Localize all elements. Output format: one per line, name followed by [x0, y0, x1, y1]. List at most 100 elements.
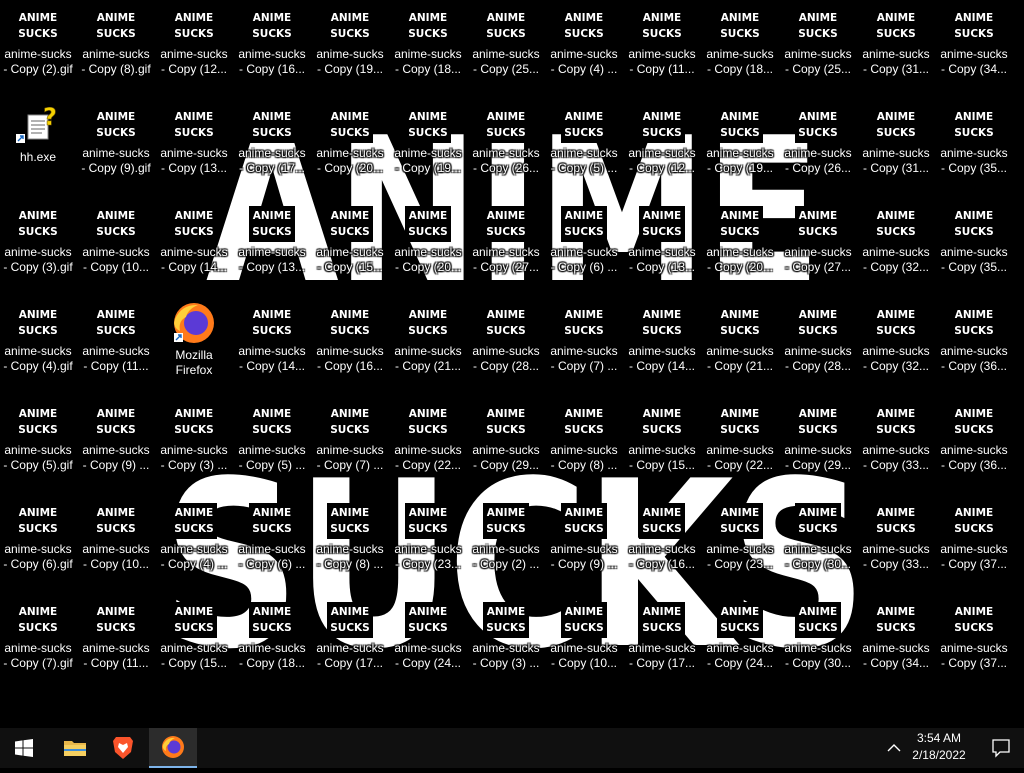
desktop-icon-gif[interactable]: ANIME SUCKS anime-sucks - Copy (21...: [390, 297, 466, 394]
desktop-icon-gif[interactable]: ANIME SUCKS anime-sucks - Copy (20...: [312, 99, 388, 196]
desktop-icon-gif[interactable]: ANIME SUCKS anime-sucks - Copy (32...: [858, 198, 934, 295]
desktop-icon-gif[interactable]: ANIME SUCKS anime-sucks - Copy (3) ...: [468, 594, 544, 691]
desktop-icon-gif[interactable]: ANIME SUCKS anime-sucks - Copy (29...: [468, 396, 544, 493]
show-hidden-icons-button[interactable]: [884, 736, 904, 760]
desktop-icon-gif[interactable]: ANIME SUCKS anime-sucks - Copy (8) ...: [312, 495, 388, 592]
desktop-icon-gif[interactable]: ANIME SUCKS anime-sucks - Copy (34...: [858, 594, 934, 691]
desktop-icon-hh-exe[interactable]: ? hh.exe: [0, 99, 76, 196]
desktop-icon-gif[interactable]: ANIME SUCKS anime-sucks - Copy (36...: [936, 396, 1012, 493]
desktop-icon-gif[interactable]: ANIME SUCKS anime-sucks - Copy (4) ...: [546, 0, 622, 97]
desktop-icon-gif[interactable]: ANIME SUCKS anime-sucks - Copy (28...: [468, 297, 544, 394]
desktop-icon-gif[interactable]: ANIME SUCKS anime-sucks - Copy (5) ...: [546, 99, 622, 196]
desktop-icon-gif[interactable]: ANIME SUCKS anime-sucks - Copy (10...: [78, 495, 154, 592]
start-button[interactable]: [0, 728, 48, 768]
desktop-icon-gif[interactable]: ANIME SUCKS anime-sucks - Copy (11...: [78, 594, 154, 691]
desktop-icon-gif[interactable]: ANIME SUCKS anime-sucks - Copy (19...: [702, 99, 778, 196]
desktop-icon-gif[interactable]: ANIME SUCKS anime-sucks - Copy (25...: [468, 0, 544, 97]
desktop-icon-gif[interactable]: ANIME SUCKS anime-sucks - Copy (22...: [702, 396, 778, 493]
desktop-icon-gif[interactable]: ANIME SUCKS anime-sucks - Copy (2) ...: [468, 495, 544, 592]
desktop-icon-gif[interactable]: ANIME SUCKS anime-sucks - Copy (19...: [312, 0, 388, 97]
desktop-icon-gif[interactable]: ANIME SUCKS anime-sucks - Copy (29...: [780, 396, 856, 493]
taskbar-brave[interactable]: [99, 728, 147, 768]
desktop-icon-gif[interactable]: ANIME SUCKS anime-sucks - Copy (16...: [312, 297, 388, 394]
desktop-icon-gif[interactable]: ANIME SUCKS anime-sucks - Copy (32...: [858, 297, 934, 394]
desktop-icon-gif[interactable]: ANIME SUCKS anime-sucks - Copy (13...: [234, 198, 310, 295]
desktop-icon-gif[interactable]: ANIME SUCKS anime-sucks - Copy (16...: [234, 0, 310, 97]
desktop-icon-gif[interactable]: ANIME SUCKS anime-sucks - Copy (34...: [936, 0, 1012, 97]
desktop-icon-gif[interactable]: ANIME SUCKS anime-sucks - Copy (15...: [156, 594, 232, 691]
desktop-icon-gif[interactable]: ANIME SUCKS anime-sucks - Copy (20...: [390, 198, 466, 295]
desktop-icon-gif[interactable]: ANIME SUCKS anime-sucks - Copy (16...: [624, 495, 700, 592]
desktop-icon-gif[interactable]: ANIME SUCKS anime-sucks - Copy (36...: [936, 297, 1012, 394]
desktop-icon-gif[interactable]: ANIME SUCKS anime-sucks - Copy (25...: [780, 0, 856, 97]
desktop-icon-gif[interactable]: ANIME SUCKS anime-sucks - Copy (2).gif: [0, 0, 76, 97]
desktop-icon-gif[interactable]: ANIME SUCKS anime-sucks - Copy (27...: [780, 198, 856, 295]
desktop-icon-gif[interactable]: ANIME SUCKS anime-sucks - Copy (3) ...: [156, 396, 232, 493]
desktop-icon-gif[interactable]: ANIME SUCKS anime-sucks - Copy (26...: [468, 99, 544, 196]
desktop-icon-gif[interactable]: ANIME SUCKS anime-sucks - Copy (37...: [936, 594, 1012, 691]
desktop-icon-gif[interactable]: ANIME SUCKS anime-sucks - Copy (35...: [936, 198, 1012, 295]
action-center-button[interactable]: [978, 728, 1024, 768]
desktop-icon-gif[interactable]: ANIME SUCKS anime-sucks - Copy (6) ...: [234, 495, 310, 592]
desktop-icon-gif[interactable]: ANIME SUCKS anime-sucks - Copy (4) ...: [156, 495, 232, 592]
desktop-icon-gif[interactable]: ANIME SUCKS anime-sucks - Copy (4).gif: [0, 297, 76, 394]
desktop-icon-gif[interactable]: ANIME SUCKS anime-sucks - Copy (7) ...: [546, 297, 622, 394]
desktop-icon-gif[interactable]: ANIME SUCKS anime-sucks - Copy (27...: [468, 198, 544, 295]
desktop-icon-gif[interactable]: ANIME SUCKS anime-sucks - Copy (33...: [858, 396, 934, 493]
desktop-icon-gif[interactable]: ANIME SUCKS anime-sucks - Copy (20...: [702, 198, 778, 295]
desktop-icon-gif[interactable]: ANIME SUCKS anime-sucks - Copy (6).gif: [0, 495, 76, 592]
desktop-icon-gif[interactable]: ANIME SUCKS anime-sucks - Copy (11...: [78, 297, 154, 394]
desktop-icon-gif[interactable]: ANIME SUCKS anime-sucks - Copy (7) ...: [312, 396, 388, 493]
desktop-icon-gif[interactable]: ANIME SUCKS anime-sucks - Copy (14...: [234, 297, 310, 394]
desktop-icon-gif[interactable]: ANIME SUCKS anime-sucks - Copy (18...: [390, 0, 466, 97]
desktop-icon-gif[interactable]: ANIME SUCKS anime-sucks - Copy (5).gif: [0, 396, 76, 493]
desktop-icon-gif[interactable]: ANIME SUCKS anime-sucks - Copy (26...: [780, 99, 856, 196]
desktop-icon-gif[interactable]: ANIME SUCKS anime-sucks - Copy (21...: [702, 297, 778, 394]
desktop-icon-gif[interactable]: ANIME SUCKS anime-sucks - Copy (19...: [390, 99, 466, 196]
desktop-icon-gif[interactable]: ANIME SUCKS anime-sucks - Copy (3).gif: [0, 198, 76, 295]
desktop-icon-gif[interactable]: ANIME SUCKS anime-sucks - Copy (6) ...: [546, 198, 622, 295]
desktop[interactable]: ANIME SUCKS anime-sucks - Copy (2).gif? hh.…: [0, 0, 1024, 728]
desktop-icon-gif[interactable]: ANIME SUCKS anime-sucks - Copy (9) ...: [546, 495, 622, 592]
desktop-icon-gif[interactable]: ANIME SUCKS anime-sucks - Copy (31...: [858, 0, 934, 97]
desktop-icon-gif[interactable]: ANIME SUCKS anime-sucks - Copy (17...: [312, 594, 388, 691]
desktop-icon-gif[interactable]: ANIME SUCKS anime-sucks - Copy (9).gif: [78, 99, 154, 196]
desktop-icon-gif[interactable]: ANIME SUCKS anime-sucks - Copy (17...: [624, 594, 700, 691]
desktop-icon-gif[interactable]: ANIME SUCKS anime-sucks - Copy (12...: [156, 0, 232, 97]
desktop-icon-gif[interactable]: ANIME SUCKS anime-sucks - Copy (8).gif: [78, 0, 154, 97]
taskbar-file-explorer[interactable]: [51, 728, 99, 768]
taskbar-firefox[interactable]: [149, 728, 197, 768]
desktop-icon-gif[interactable]: ANIME SUCKS anime-sucks - Copy (13...: [624, 198, 700, 295]
desktop-icon-gif[interactable]: ANIME SUCKS anime-sucks - Copy (7).gif: [0, 594, 76, 691]
desktop-icon-gif[interactable]: ANIME SUCKS anime-sucks - Copy (13...: [156, 99, 232, 196]
desktop-icon-gif[interactable]: ANIME SUCKS anime-sucks - Copy (33...: [858, 495, 934, 592]
desktop-icon-gif[interactable]: ANIME SUCKS anime-sucks - Copy (18...: [234, 594, 310, 691]
gif-thumbnail: ANIME SUCKS: [327, 305, 373, 341]
desktop-icon-gif[interactable]: ANIME SUCKS anime-sucks - Copy (31...: [858, 99, 934, 196]
desktop-icon-gif[interactable]: ANIME SUCKS anime-sucks - Copy (35...: [936, 99, 1012, 196]
desktop-icon-gif[interactable]: ANIME SUCKS anime-sucks - Copy (10...: [78, 198, 154, 295]
desktop-icon-gif[interactable]: ANIME SUCKS anime-sucks - Copy (30...: [780, 495, 856, 592]
desktop-icon-gif[interactable]: ANIME SUCKS anime-sucks - Copy (22...: [390, 396, 466, 493]
desktop-icon-gif[interactable]: ANIME SUCKS anime-sucks - Copy (8) ...: [546, 396, 622, 493]
desktop-icon-gif[interactable]: ANIME SUCKS anime-sucks - Copy (17...: [234, 99, 310, 196]
desktop-icon-gif[interactable]: ANIME SUCKS anime-sucks - Copy (14...: [156, 198, 232, 295]
desktop-icon-gif[interactable]: ANIME SUCKS anime-sucks - Copy (14...: [624, 297, 700, 394]
desktop-icon-gif[interactable]: ANIME SUCKS anime-sucks - Copy (30...: [780, 594, 856, 691]
desktop-icon-gif[interactable]: ANIME SUCKS anime-sucks - Copy (37...: [936, 495, 1012, 592]
desktop-icon-gif[interactable]: ANIME SUCKS anime-sucks - Copy (23...: [702, 495, 778, 592]
desktop-icon-gif[interactable]: ANIME SUCKS anime-sucks - Copy (10...: [546, 594, 622, 691]
desktop-icon-gif[interactable]: ANIME SUCKS anime-sucks - Copy (11...: [624, 0, 700, 97]
desktop-icon-gif[interactable]: ANIME SUCKS anime-sucks - Copy (24...: [702, 594, 778, 691]
desktop-icon-gif[interactable]: ANIME SUCKS anime-sucks - Copy (28...: [780, 297, 856, 394]
desktop-icon-gif[interactable]: ANIME SUCKS anime-sucks - Copy (9) ...: [78, 396, 154, 493]
desktop-icon-gif[interactable]: ANIME SUCKS anime-sucks - Copy (24...: [390, 594, 466, 691]
desktop-icon-gif[interactable]: ANIME SUCKS anime-sucks - Copy (23...: [390, 495, 466, 592]
desktop-icon-gif[interactable]: ANIME SUCKS anime-sucks - Copy (15...: [312, 198, 388, 295]
desktop-icon-gif[interactable]: ANIME SUCKS anime-sucks - Copy (18...: [702, 0, 778, 97]
desktop-icon-mozilla-firefox[interactable]: Mozilla Firefox: [156, 297, 232, 394]
desktop-icon-gif[interactable]: ANIME SUCKS anime-sucks - Copy (5) ...: [234, 396, 310, 493]
desktop-icon-gif[interactable]: ANIME SUCKS anime-sucks - Copy (12...: [624, 99, 700, 196]
desktop-icon-gif[interactable]: ANIME SUCKS anime-sucks - Copy (15...: [624, 396, 700, 493]
taskbar-clock[interactable]: 3:54 AM 2/18/2022: [904, 730, 974, 764]
